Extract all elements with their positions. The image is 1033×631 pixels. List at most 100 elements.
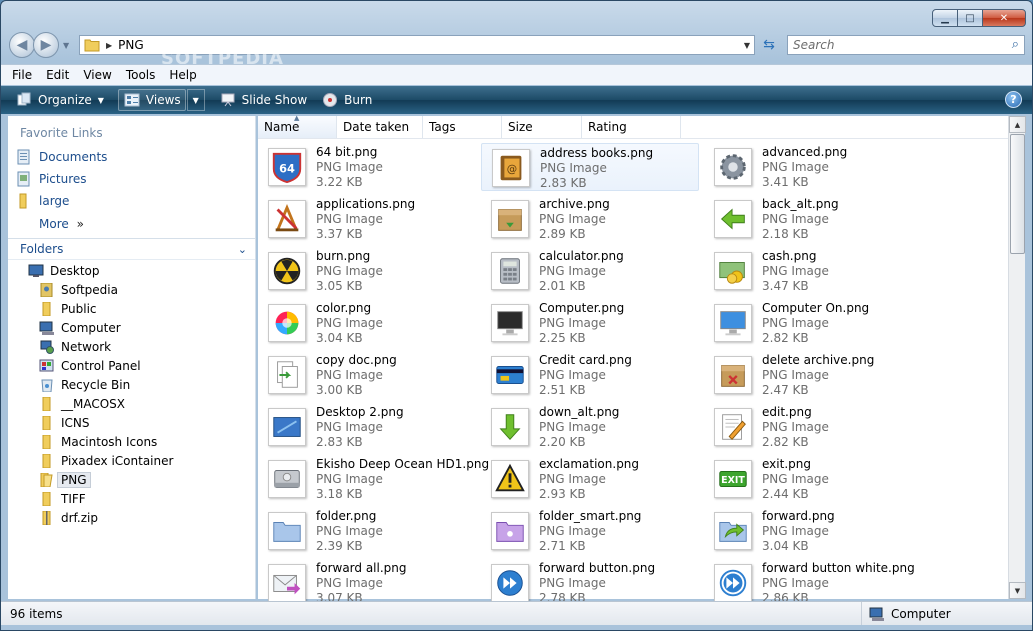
help-icon[interactable]: ? <box>1005 91 1022 108</box>
minimize-button[interactable]: ▁ <box>932 9 958 27</box>
file-size: 2.93 KB <box>539 487 586 501</box>
tree-item-label: Computer <box>61 321 121 335</box>
menu-help[interactable]: Help <box>169 68 196 82</box>
file-item[interactable]: advanced.png PNG Image 3.41 KB <box>704 143 922 191</box>
file-size: 2.18 KB <box>762 227 809 241</box>
close-button[interactable]: ✕ <box>982 9 1026 27</box>
file-item[interactable]: copy doc.png PNG Image 3.00 KB <box>258 351 476 399</box>
slideshow-button[interactable]: Slide Show <box>219 89 307 111</box>
file-item[interactable]: color.png PNG Image 3.04 KB <box>258 299 476 347</box>
scroll-up-button[interactable]: ▲ <box>1009 116 1026 133</box>
menu-view[interactable]: View <box>83 68 111 82</box>
file-item[interactable]: back_alt.png PNG Image 2.18 KB <box>704 195 922 243</box>
scroll-down-button[interactable]: ▼ <box>1009 582 1026 599</box>
file-item[interactable]: 64 64 bit.png PNG Image 3.22 KB <box>258 143 476 191</box>
file-item[interactable]: Desktop 2.png PNG Image 2.83 KB <box>258 403 476 451</box>
menu-bar: File Edit View Tools Help <box>1 64 1032 85</box>
file-item[interactable]: burn.png PNG Image 3.05 KB <box>258 247 476 295</box>
search-icon[interactable]: ⌕ <box>1012 37 1019 52</box>
burn-button[interactable]: Burn <box>321 89 372 111</box>
file-item[interactable]: forward.png PNG Image 3.04 KB <box>704 507 922 555</box>
file-type: PNG Image <box>316 576 383 590</box>
column-date-taken[interactable]: Date taken <box>337 116 423 138</box>
file-item[interactable]: folder.png PNG Image 2.39 KB <box>258 507 476 555</box>
file-item[interactable]: EXIT exit.png PNG Image 2.44 KB <box>704 455 922 503</box>
file-item[interactable]: forward button white.png PNG Image 2.86 KB <box>704 559 922 607</box>
column-size[interactable]: Size <box>502 116 582 138</box>
file-item[interactable]: Computer On.png PNG Image 2.82 KB <box>704 299 922 347</box>
file-item[interactable]: down_alt.png PNG Image 2.20 KB <box>481 403 699 451</box>
slideshow-icon <box>219 92 237 108</box>
tree-item-icns[interactable]: ICNS <box>39 414 90 432</box>
file-item[interactable]: edit.png PNG Image 2.82 KB <box>704 403 922 451</box>
file-name: advanced.png <box>762 145 848 159</box>
breadcrumb-current[interactable]: PNG <box>118 38 144 52</box>
more-link[interactable]: More » <box>39 217 84 231</box>
tree-item-desktop[interactable]: Desktop <box>28 262 100 280</box>
tree-item-computer[interactable]: Computer <box>39 319 121 337</box>
tree-item-softpedia[interactable]: Softpedia <box>39 281 118 299</box>
tree-item-control-panel[interactable]: Control Panel <box>39 357 141 375</box>
file-item[interactable]: calculator.png PNG Image 2.01 KB <box>481 247 699 295</box>
file-item[interactable]: cash.png PNG Image 3.47 KB <box>704 247 922 295</box>
file-name: forward all.png <box>316 561 407 575</box>
tree-item-recycle-bin[interactable]: Recycle Bin <box>39 376 130 394</box>
tree-item-macintosh-icons[interactable]: Macintosh Icons <box>39 433 157 451</box>
file-type: PNG Image <box>762 212 829 226</box>
tree-item-png[interactable]: PNG <box>39 471 91 489</box>
maximize-button[interactable]: □ <box>957 9 983 27</box>
forward-button[interactable]: ▶ <box>33 32 59 58</box>
file-size: 2.89 KB <box>539 227 586 241</box>
breadcrumb-arrow-icon[interactable]: ▶ <box>106 41 112 50</box>
file-item[interactable]: delete archive.png PNG Image 2.47 KB <box>704 351 922 399</box>
favorite-large[interactable]: large <box>16 193 69 209</box>
views-dropdown[interactable]: ▼ <box>186 89 205 111</box>
search-input[interactable]: Search ⌕ <box>787 35 1025 55</box>
file-item[interactable]: archive.png PNG Image 2.89 KB <box>481 195 699 243</box>
tree-item-macosx[interactable]: __MACOSX <box>39 395 125 413</box>
file-item[interactable]: applications.png PNG Image 3.37 KB <box>258 195 476 243</box>
column-name[interactable]: ▲ Name <box>258 114 337 138</box>
tree-item-tiff[interactable]: TIFF <box>39 490 86 508</box>
file-item[interactable]: forward all.png PNG Image 3.07 KB <box>258 559 476 607</box>
file-meta: advanced.png PNG Image 3.41 KB <box>762 143 847 191</box>
tree-item-public[interactable]: Public <box>39 300 97 318</box>
down-arrow-icon <box>491 408 529 446</box>
tree-item-pixadex[interactable]: Pixadex iContainer <box>39 452 173 470</box>
favorite-pictures[interactable]: Pictures <box>16 171 87 187</box>
menu-file[interactable]: File <box>12 68 32 82</box>
tree-item-label: PNG <box>57 472 91 488</box>
file-item[interactable]: forward button.png PNG Image 2.78 KB <box>481 559 699 607</box>
menu-tools[interactable]: Tools <box>126 68 156 82</box>
chevron-down-icon[interactable]: ⌄ <box>238 243 247 256</box>
recent-pages-dropdown[interactable]: ▼ <box>63 41 69 50</box>
vertical-scrollbar[interactable]: ▲ ▼ <box>1008 116 1026 599</box>
address-dropdown-icon[interactable]: ▼ <box>744 41 750 50</box>
file-item[interactable]: exclamation.png PNG Image 2.93 KB <box>481 455 699 503</box>
file-item[interactable]: Computer.png PNG Image 2.25 KB <box>481 299 699 347</box>
file-item[interactable]: folder_smart.png PNG Image 2.71 KB <box>481 507 699 555</box>
calculator-icon <box>491 252 529 290</box>
file-item[interactable]: Ekisho Deep Ocean HD1.png PNG Image 3.18 K… <box>258 455 489 503</box>
archive-box-icon <box>491 200 529 238</box>
address-bar[interactable]: ▶ PNG ▼ <box>79 35 755 55</box>
color-wheel-icon <box>268 304 306 342</box>
file-type: PNG Image <box>539 524 606 538</box>
organize-button[interactable]: Organize ▼ <box>15 89 104 111</box>
folders-header[interactable]: Folders ⌄ <box>8 238 255 260</box>
views-button[interactable]: Views <box>117 89 186 111</box>
refresh-button[interactable]: ⇆ <box>758 35 780 55</box>
file-item[interactable]: @ address books.png PNG Image 2.83 KB <box>481 143 699 191</box>
back-button[interactable]: ◀ <box>9 32 35 58</box>
favorite-documents[interactable]: Documents <box>16 149 107 165</box>
file-name: Computer On.png <box>762 301 870 315</box>
tree-item-network[interactable]: Network <box>39 338 111 356</box>
organize-icon <box>15 92 33 108</box>
column-tags[interactable]: Tags <box>423 116 502 138</box>
tree-item-drf-zip[interactable]: drf.zip <box>39 509 98 527</box>
file-item[interactable]: Credit card.png PNG Image 2.51 KB <box>481 351 699 399</box>
menu-edit[interactable]: Edit <box>46 68 69 82</box>
column-rating[interactable]: Rating <box>582 116 681 138</box>
file-meta: Ekisho Deep Ocean HD1.png PNG Image 3.18 K… <box>316 455 489 503</box>
scrollbar-thumb[interactable] <box>1010 134 1025 254</box>
